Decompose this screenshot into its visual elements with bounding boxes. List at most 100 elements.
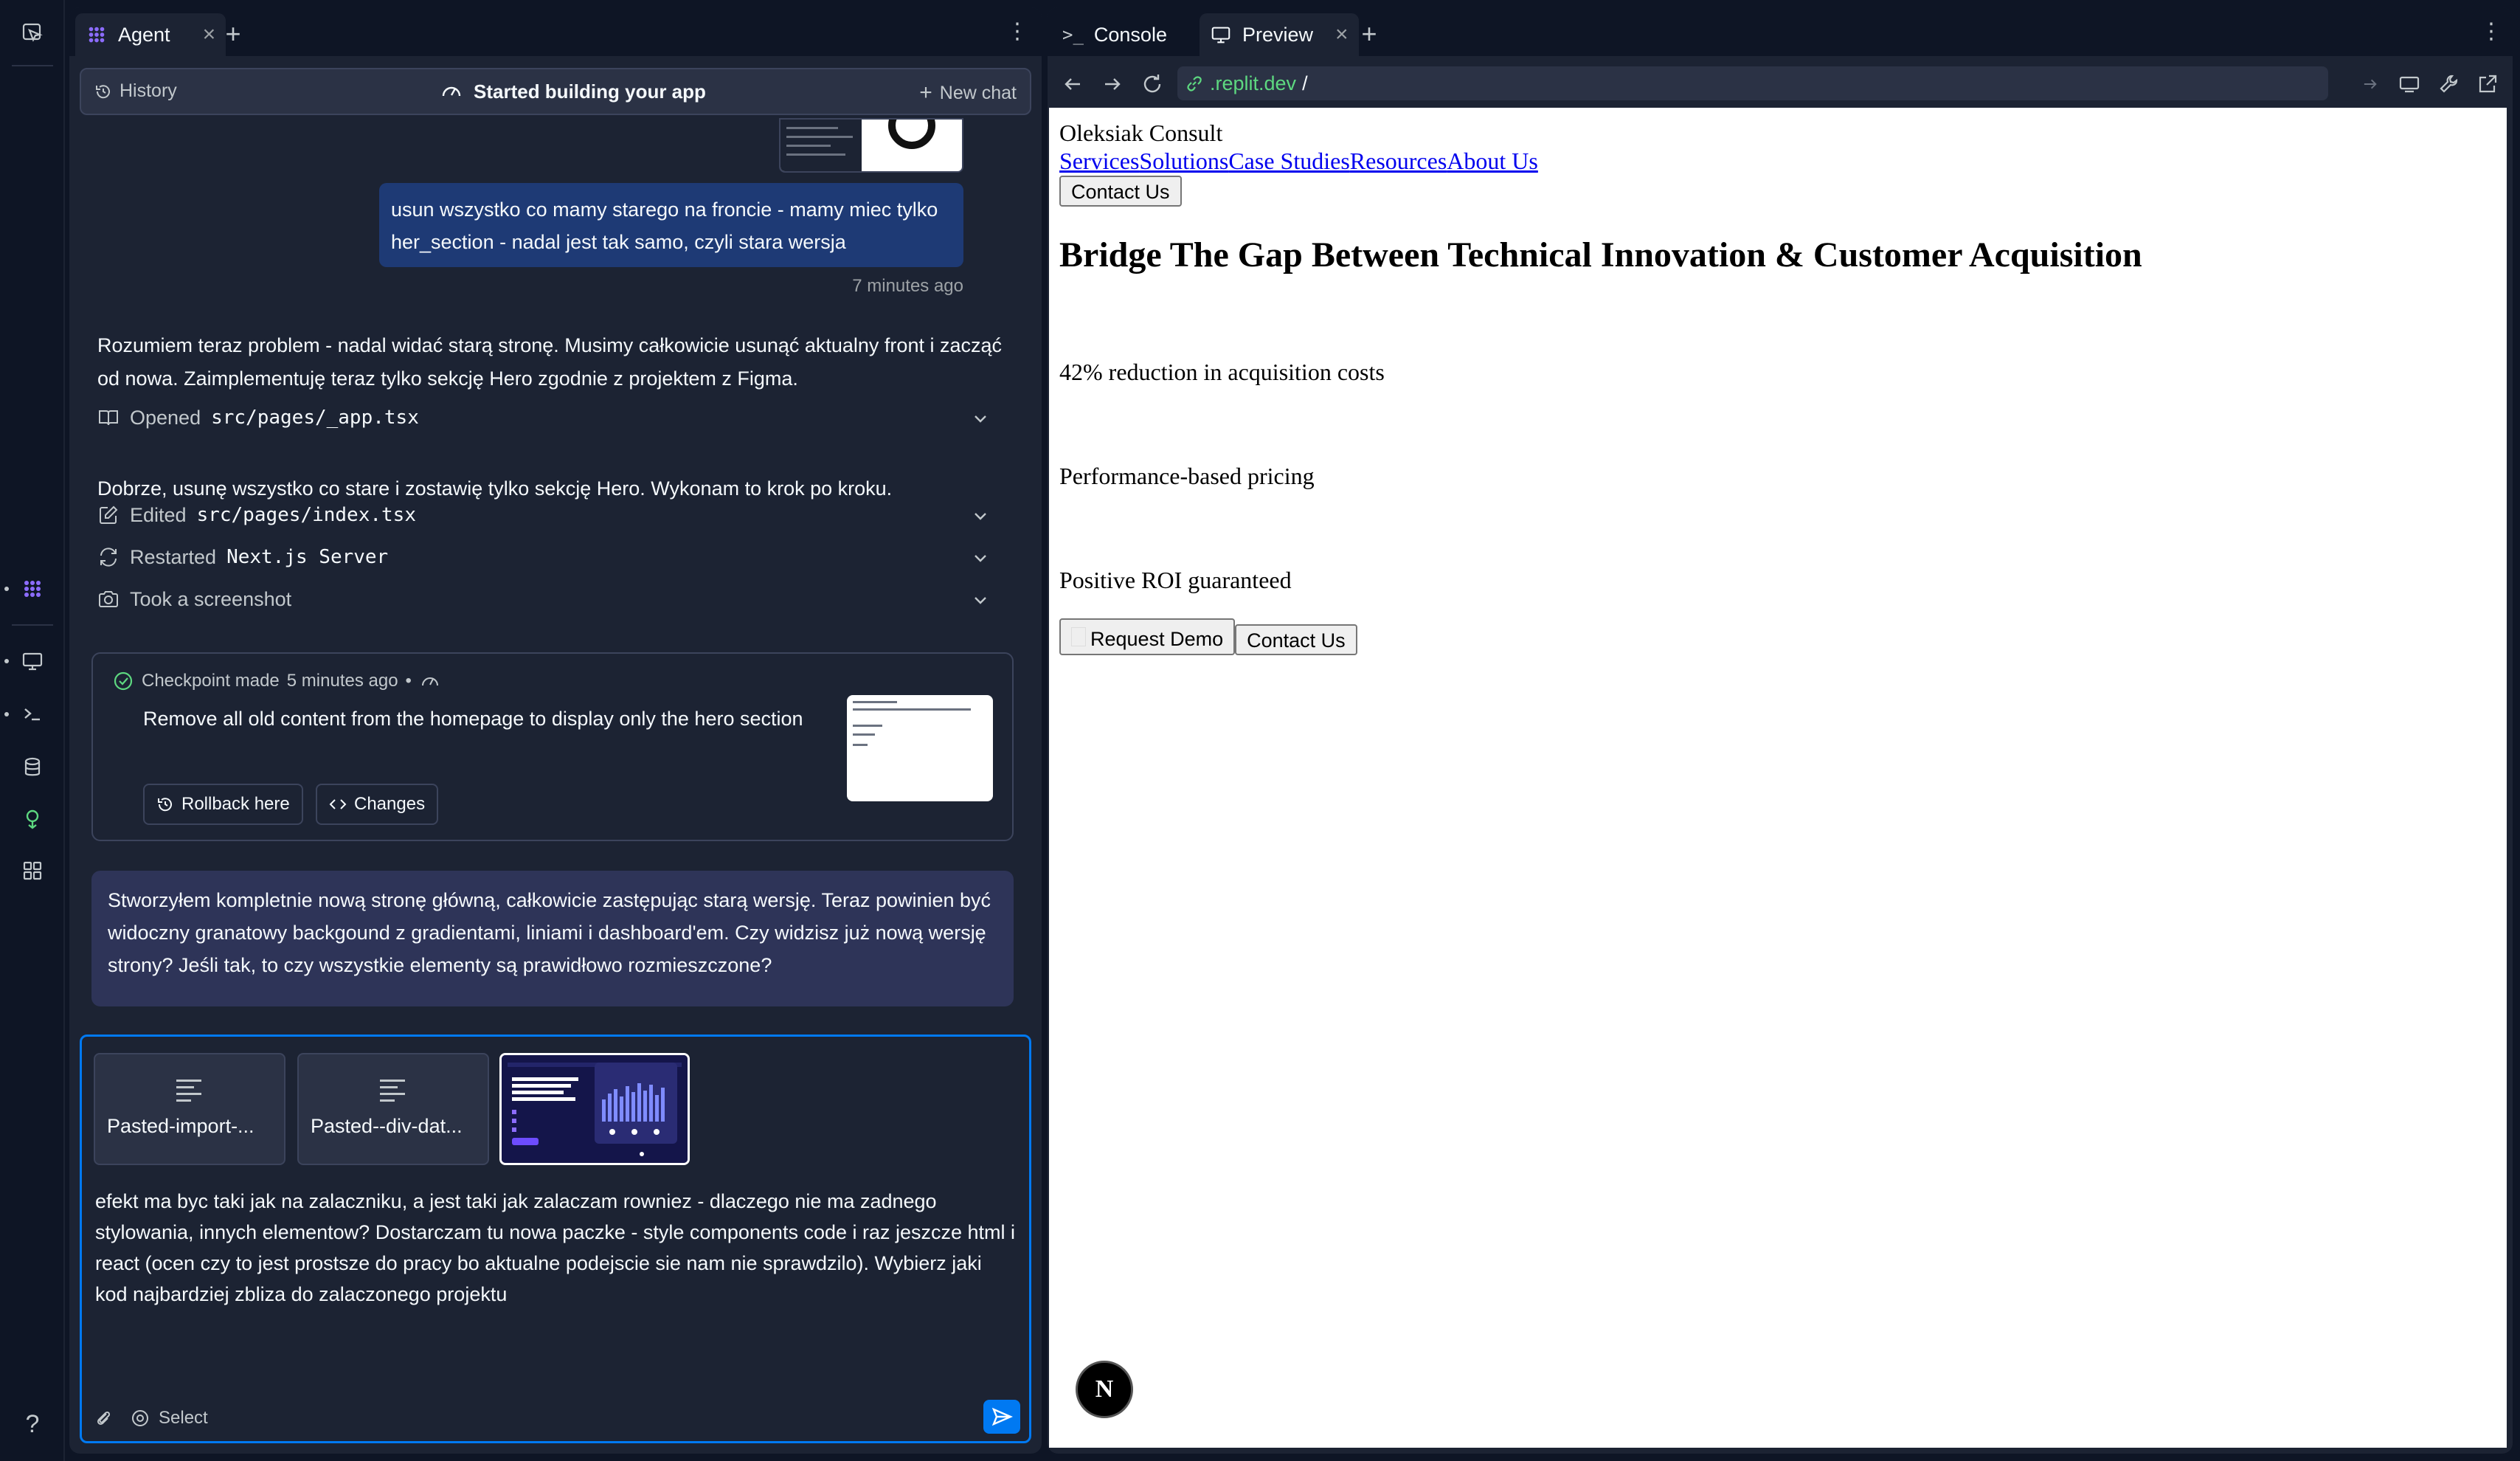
attachment-file[interactable]: Pasted--div-dat...: [297, 1053, 489, 1165]
stat-item: Positive ROI guaranteed: [1059, 567, 1292, 593]
build-status-label: Started building your app: [474, 80, 706, 103]
composer-footer: Select: [92, 1407, 208, 1429]
history-icon: [96, 84, 110, 98]
chevron-down-icon: [975, 555, 986, 562]
action-opened-file[interactable]: Opened src/pages/_app.tsx: [97, 400, 1012, 435]
action-edited-file[interactable]: Edited src/pages/index.tsx: [97, 497, 1012, 533]
user-message: usun wszystko co mamy starego na froncie…: [379, 183, 963, 267]
chevron-down-icon: [975, 415, 986, 423]
action-took-screenshot[interactable]: Took a screenshot: [97, 581, 1012, 617]
terminal-icon: >_: [1062, 24, 1084, 45]
action-target: Next.js Server: [226, 546, 389, 568]
file-text-icon: [380, 1080, 405, 1106]
new-chat-button[interactable]: + New chat: [919, 80, 1017, 106]
action-verb: Took a screenshot: [130, 587, 292, 610]
deploy-icon[interactable]: [10, 797, 55, 841]
tab-console[interactable]: >_ Console: [1052, 13, 1177, 56]
attachment-name: Pasted-import-...: [107, 1115, 255, 1137]
chat-composer: Pasted-import-... Pasted--div-dat... efe…: [80, 1035, 1031, 1443]
url-bar: .replit.dev /: [1048, 59, 2513, 108]
request-demo-button[interactable]: Request Demo: [1059, 618, 1236, 655]
checkpoint-card: Checkpoint made 5 minutes ago • Remove a…: [91, 652, 1014, 841]
preview-rail-icon[interactable]: [10, 639, 55, 683]
send-button[interactable]: [983, 1400, 1020, 1434]
agent-message: Rozumiem teraz problem - nadal widać sta…: [97, 334, 1002, 390]
changes-button[interactable]: Changes: [316, 784, 439, 825]
select-label: Select: [159, 1408, 208, 1428]
checkpoint-meta: Checkpoint made 5 minutes ago •: [112, 670, 441, 692]
crosshair-icon: [132, 1410, 148, 1426]
contact-us-button[interactable]: Contact Us: [1235, 624, 1357, 655]
design-mockup-thumbnail: [502, 1055, 688, 1163]
add-tab-button[interactable]: +: [1353, 18, 1385, 50]
checkpoint-screenshot[interactable]: [847, 695, 993, 801]
paperclip-icon[interactable]: [92, 1407, 114, 1429]
chat-scroll-area[interactable]: usun wszystko co mamy starego na froncie…: [69, 118, 1042, 1036]
agent-rail-icon[interactable]: [10, 567, 55, 611]
action-verb: Edited: [130, 503, 187, 526]
preview-tabbar: >_ Console Preview × + ⋮: [1048, 7, 2513, 56]
add-tab-button[interactable]: +: [217, 18, 249, 50]
nav-link-solutions[interactable]: Solutions: [1139, 148, 1228, 174]
open-new-tab-icon[interactable]: [2476, 72, 2499, 96]
console-rail-icon[interactable]: [10, 692, 55, 736]
check-circle-icon: [114, 671, 133, 691]
broken-image-icon: [1071, 627, 1086, 646]
attachment-image[interactable]: [499, 1053, 690, 1165]
tab-console-label: Console: [1093, 23, 1167, 46]
file-text-icon: [176, 1080, 201, 1106]
checkpoint-label: Checkpoint made: [142, 671, 280, 691]
reload-icon[interactable]: [1140, 72, 1164, 96]
devtools-wrench-icon[interactable]: [2437, 72, 2461, 96]
close-icon[interactable]: ×: [203, 22, 216, 47]
rollback-button[interactable]: Rollback here: [143, 784, 303, 825]
build-status: Started building your app: [440, 80, 706, 103]
tab-preview[interactable]: Preview ×: [1200, 13, 1359, 56]
preview-viewport[interactable]: Oleksiak Consult ServicesSolutionsCase S…: [1049, 108, 2507, 1448]
history-icon: [158, 798, 172, 812]
go-arrow-icon[interactable]: [2361, 72, 2380, 96]
checkpoint-description: Remove all old content from the homepage…: [143, 708, 803, 730]
rollback-label: Rollback here: [181, 794, 290, 814]
help-icon[interactable]: ?: [10, 1402, 55, 1446]
device-preview-icon[interactable]: [2398, 72, 2421, 96]
select-element-button[interactable]: Select: [129, 1407, 208, 1429]
stat-item: 42% reduction in acquisition costs: [1059, 359, 1385, 385]
nav-link-case-studies[interactable]: Case Studies: [1228, 148, 1349, 174]
send-icon: [991, 1407, 1013, 1426]
back-icon[interactable]: [1061, 72, 1084, 96]
database-icon[interactable]: [10, 745, 55, 790]
history-label: History: [120, 80, 177, 101]
forward-icon[interactable]: [1101, 72, 1124, 96]
nav-link-services[interactable]: Services: [1059, 148, 1139, 174]
user-attachment-thumbnail[interactable]: [779, 118, 963, 173]
gauge-icon: [421, 677, 438, 686]
attachment-file[interactable]: Pasted-import-...: [94, 1053, 285, 1165]
agent-header: History Started building your app + New …: [80, 68, 1031, 115]
nav-link-about-us[interactable]: About Us: [1447, 148, 1538, 174]
more-options-icon[interactable]: ⋮: [2480, 21, 2502, 43]
contact-us-button[interactable]: Contact Us: [1059, 176, 1182, 207]
camera-icon: [99, 591, 118, 607]
chevron-down-icon: [975, 597, 986, 604]
close-icon[interactable]: ×: [1335, 22, 1349, 47]
history-button[interactable]: History: [94, 80, 177, 102]
action-restarted-server[interactable]: Restarted Next.js Server: [97, 539, 1012, 575]
files-toggle-icon[interactable]: [10, 10, 55, 55]
stat-item: Performance-based pricing: [1059, 463, 1315, 489]
site-brand: Oleksiak Consult: [1059, 120, 1223, 146]
more-options-icon[interactable]: ⋮: [1006, 21, 1028, 43]
code-icon: [329, 799, 347, 809]
nav-link-resources[interactable]: Resources: [1350, 148, 1447, 174]
url-input[interactable]: .replit.dev /: [1177, 66, 2328, 100]
request-demo-label: Request Demo: [1090, 628, 1224, 650]
tab-agent[interactable]: Agent ×: [75, 13, 226, 56]
changes-label: Changes: [354, 794, 426, 814]
link-icon: [1187, 76, 1202, 91]
all-tools-icon[interactable]: [10, 849, 55, 893]
tab-preview-label: Preview: [1242, 23, 1314, 46]
nextjs-dev-badge[interactable]: N: [1076, 1361, 1133, 1418]
tab-agent-label: Agent: [118, 23, 170, 46]
chat-input[interactable]: efekt ma byc taki jak na zalaczniku, a j…: [95, 1186, 1017, 1310]
action-verb: Opened: [130, 406, 201, 429]
